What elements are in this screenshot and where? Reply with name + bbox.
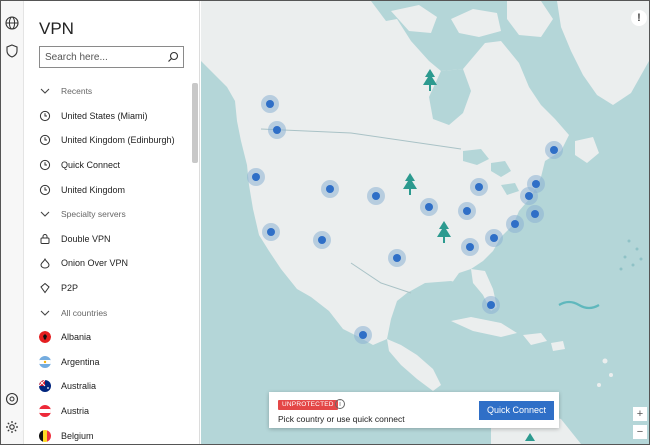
list-item-recent[interactable]: United Kingdom (Edinburgh) [24,128,192,153]
server-pin[interactable] [313,231,331,249]
list-item-country[interactable]: Australia [24,374,192,399]
list-item-country[interactable]: Belgium [24,423,192,445]
server-pin[interactable] [261,95,279,113]
connection-status-card: UNPROTECTED i Pick country or use quick … [269,392,559,428]
server-pin[interactable] [354,326,372,344]
albania-flag-icon [39,331,51,344]
icon-rail [1,1,24,444]
list-item-label: Austria [61,406,90,417]
list-item-country[interactable]: Argentina [24,350,192,375]
world-map[interactable]: ! [201,1,649,444]
austria-flag-icon [39,405,51,418]
info-icon[interactable]: i [335,399,345,409]
list-item-onion-over-vpn[interactable]: Onion Over VPN [24,251,192,276]
australia-flag-icon [39,380,51,393]
vpn-app-window: VPN Recents United States (Miami) United… [1,1,649,444]
server-pin[interactable] [470,178,488,196]
server-pin[interactable] [268,121,286,139]
list-item-recent[interactable]: United States (Miami) [24,104,192,129]
list-item-recent[interactable]: Quick Connect [24,153,192,178]
server-pin[interactable] [482,296,500,314]
zoom-out-button[interactable]: − [633,425,647,439]
server-pin[interactable] [388,249,406,267]
list-item-label: Belgium [61,430,94,441]
server-pin[interactable] [461,238,479,256]
section-label: All countries [61,307,108,318]
server-pin[interactable] [527,175,545,193]
server-pin[interactable] [247,168,265,186]
search-icon[interactable] [167,51,179,63]
chevron-down-icon [39,307,51,319]
list-item-label: Australia [61,381,97,392]
help-icon[interactable] [4,391,20,407]
search-input[interactable] [45,49,163,65]
clock-icon [39,159,51,171]
argentina-flag-icon [39,355,51,368]
sidebar: VPN Recents United States (Miami) United… [24,1,200,444]
section-specialty-servers[interactable]: Specialty servers [24,202,192,227]
server-pin[interactable] [506,215,524,233]
p2p-icon [39,282,51,294]
section-all-countries[interactable]: All countries [24,300,192,325]
list-item-double-vpn[interactable]: Double VPN [24,227,192,252]
server-pin[interactable] [485,229,503,247]
chevron-down-icon [39,208,51,220]
belgium-flag-icon [39,429,51,442]
sidebar-scrollbar[interactable] [192,83,198,163]
list-item-label: Albania [61,332,92,343]
clock-icon [39,184,51,196]
shield-icon[interactable] [4,43,20,59]
list-item-country[interactable]: Austria [24,399,192,424]
chevron-down-icon [39,85,51,97]
list-item-label: United Kingdom (Edinburgh) [61,135,175,146]
section-label: Specialty servers [61,209,126,220]
server-pin[interactable] [458,202,476,220]
clock-icon [39,134,51,146]
double-lock-icon [39,233,51,245]
list-item-p2p[interactable]: P2P [24,276,192,301]
status-badge: UNPROTECTED [278,400,338,410]
onion-icon [39,257,51,269]
settings-icon[interactable] [4,419,20,435]
list-item-label: Quick Connect [61,160,121,171]
server-pin[interactable] [526,205,544,223]
zoom-in-button[interactable]: + [633,407,647,421]
section-label: Recents [61,86,93,97]
quick-connect-button[interactable]: Quick Connect [479,401,554,420]
alert-icon[interactable]: ! [631,10,647,26]
list-item-label: United Kingdom [61,184,126,195]
server-pin[interactable] [367,187,385,205]
server-pin[interactable] [321,180,339,198]
list-item-label: P2P [61,283,79,294]
clock-icon [39,110,51,122]
section-recents[interactable]: Recents [24,79,192,104]
server-pin[interactable] [420,198,438,216]
list-item-label: Argentina [61,356,100,367]
status-message: Pick country or use quick connect [278,414,405,424]
list-item-country[interactable]: Albania [24,325,192,350]
server-pin[interactable] [545,141,563,159]
app-title: VPN [39,19,74,38]
globe-icon[interactable] [4,15,20,31]
server-pin[interactable] [262,223,280,241]
list-item-label: United States (Miami) [61,110,148,121]
search-box[interactable] [39,46,184,68]
list-item-label: Double VPN [61,233,111,244]
list-item-recent[interactable]: United Kingdom [24,177,192,202]
server-list: Recents United States (Miami) United Kin… [24,79,192,445]
list-item-label: Onion Over VPN [61,258,129,269]
